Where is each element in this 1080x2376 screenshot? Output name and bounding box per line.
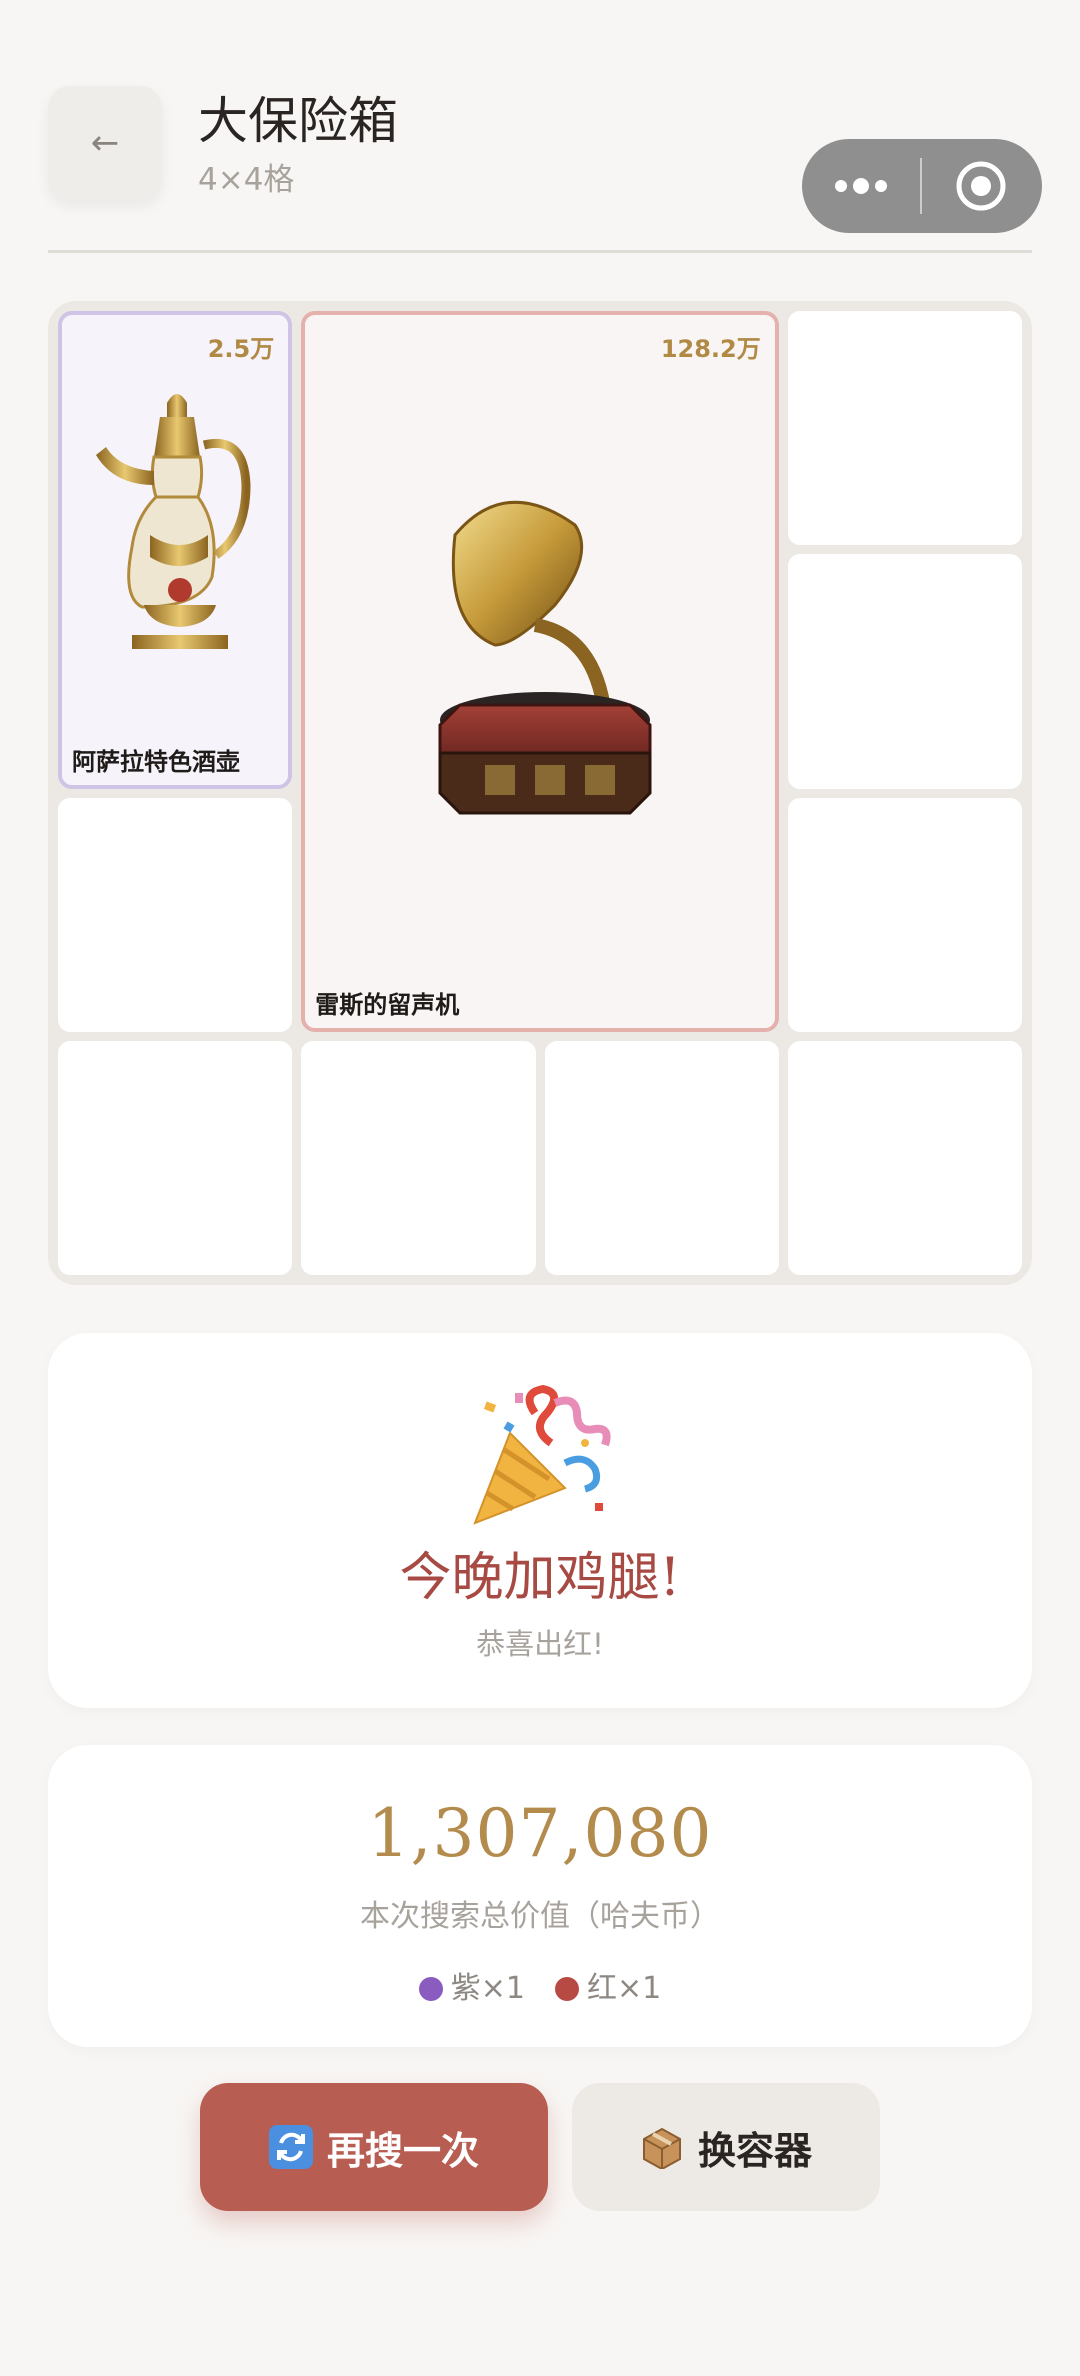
item-name: 阿萨拉特色酒壶: [72, 747, 240, 776]
rarity-count-purple: 紫×1: [418, 1963, 525, 2007]
item-price: 2.5万: [207, 335, 275, 363]
grid-cell-empty: [58, 797, 293, 1032]
switch-container-button[interactable]: 换容器: [572, 2083, 880, 2211]
total-value-label: 本次搜索总价值（哈夫币）: [360, 1899, 720, 1934]
container-grid: 2.5万 阿萨拉特色酒壶 128.2万 雷斯的留声机: [48, 301, 1032, 1285]
header-divider: [48, 250, 1032, 253]
back-arrow-icon: ←: [90, 123, 120, 163]
search-again-button[interactable]: 再搜一次: [200, 2083, 548, 2211]
rarity-count-red: 红×1: [555, 1963, 661, 2007]
summary-card: 1,307,080 本次搜索总价值（哈夫币） 紫×1 红×1: [48, 1745, 1032, 2047]
item-name: 雷斯的留声机: [315, 990, 460, 1019]
ewer-icon: [96, 394, 251, 649]
back-button[interactable]: ←: [48, 86, 162, 200]
grid-cell-empty: [301, 1040, 536, 1275]
item-price: 128.2万: [660, 335, 761, 363]
refresh-icon: [268, 2125, 313, 2169]
rarity-counts: 紫×1 红×1: [48, 1963, 1032, 2007]
grid-cell-empty: [787, 311, 1022, 546]
target-icon[interactable]: [922, 139, 1040, 233]
gramophone-icon: [438, 500, 652, 815]
red-dot-icon: [555, 1977, 579, 2001]
switch-container-label: 换容器: [697, 2128, 812, 2173]
mini-program-capsule: [802, 139, 1042, 233]
celebration-headline: 今晚加鸡腿!: [399, 1548, 681, 1608]
party-popper-icon: [473, 1384, 611, 1525]
celebration-message: 恭喜出红!: [476, 1627, 604, 1661]
celebration-card: 今晚加鸡腿! 恭喜出红!: [48, 1333, 1032, 1708]
more-icon[interactable]: [802, 139, 920, 233]
search-again-label: 再搜一次: [326, 2128, 479, 2173]
purple-dot-icon: [418, 1977, 443, 2001]
container-size: 4×4格: [198, 162, 295, 198]
grid-item-gramophone[interactable]: 128.2万 雷斯的留声机: [301, 311, 779, 1032]
page-title: 大保险箱: [198, 92, 398, 150]
package-icon: [640, 2125, 684, 2169]
grid-item-ewer[interactable]: 2.5万 阿萨拉特色酒壶: [58, 311, 293, 789]
grid-cell-empty: [544, 1040, 779, 1275]
grid-cell-empty: [787, 554, 1022, 789]
grid-cell-empty: [58, 1040, 293, 1275]
grid-cell-empty: [787, 797, 1022, 1032]
grid-cell-empty: [787, 1040, 1022, 1275]
total-value: 1,307,080: [367, 1795, 713, 1872]
